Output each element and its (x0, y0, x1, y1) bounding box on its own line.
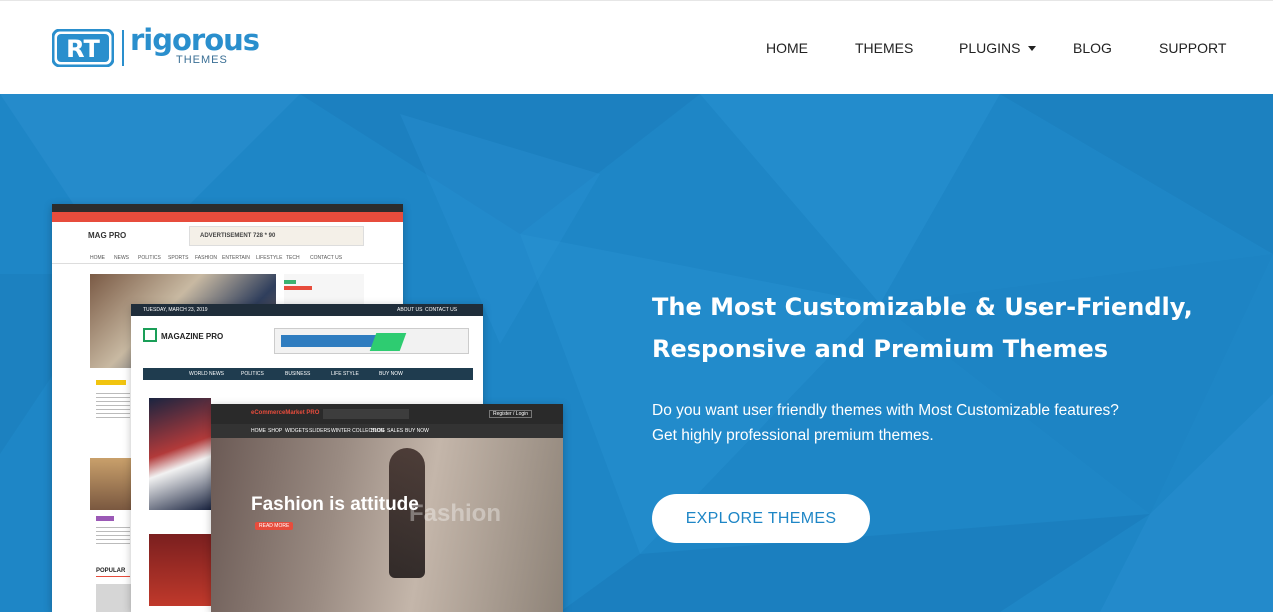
ecommerce-menu-item: SHOP (268, 428, 283, 434)
ecommerce-hero-image: Fashion is attitude Fashion READ MORE (211, 438, 563, 612)
ecommerce-headline: Fashion is attitude (251, 494, 419, 515)
magazine-link-about: ABOUT US (397, 307, 423, 313)
magpro-ad-text: ADVERTISEMENT 728 * 90 (200, 233, 276, 239)
magpro-menu-item: NEWS (114, 255, 129, 261)
theme-preview-ecommerce-market-pro: eCommerceMarket PRO Register / Login HOM… (211, 404, 563, 612)
magpro-menu-item: CONTACT US (310, 255, 343, 261)
magpro-menu-item: LIFESTYLE (256, 255, 283, 261)
hero-title-line1: The Most Customizable & User-Friendly, (652, 293, 1193, 321)
ecommerce-menu-item: WIDGETS (285, 428, 309, 434)
nav-plugins[interactable]: PLUGINS (959, 40, 1037, 56)
magpro-menu-item: ENTERTAIN (222, 255, 250, 261)
ecommerce-read-more: READ MORE (255, 522, 294, 530)
hero-title: The Most Customizable & User-Friendly, R… (652, 286, 1212, 370)
magpro-menu-item: POLITICS (138, 255, 161, 261)
ecommerce-menu-item: SLIDERS (309, 428, 331, 434)
magpro-menu-item: FASHION (195, 255, 217, 261)
magazine-date: TUESDAY, MARCH 23, 2019 (143, 307, 208, 313)
ecommerce-brand: eCommerceMarket PRO (251, 410, 320, 416)
ecommerce-ghost-text: Fashion (409, 500, 502, 527)
magpro-logo: MAG PRO (88, 228, 138, 242)
ecommerce-menu-item: BLOG (371, 428, 385, 434)
magazine-flag-image (149, 398, 211, 510)
hero-title-line2: Responsive and Premium Themes (652, 335, 1109, 363)
magazine-logo-icon (143, 328, 157, 342)
magazine-brand: MAGAZINE PRO (161, 332, 224, 341)
magpro-menu-item: SPORTS (168, 255, 189, 261)
magazine-menu-item: WORLD NEWS (189, 371, 224, 377)
ecommerce-login: Register / Login (489, 410, 533, 418)
magazine-menu-item: BUSINESS (285, 371, 311, 377)
magazine-menu-item: LIFE STYLE (331, 371, 359, 377)
chevron-down-icon (1028, 45, 1037, 51)
magazine-menu-item: BUY NOW (379, 371, 403, 377)
magpro-brand: MAG PRO (88, 231, 127, 240)
nav-plugins-label: PLUGINS (959, 40, 1021, 56)
explore-themes-button[interactable]: EXPLORE THEMES (652, 494, 870, 543)
magazine-menu-item: POLITICS (241, 371, 264, 377)
ecommerce-menu-item: SALES (387, 428, 404, 434)
nav-blog[interactable]: BLOG (1073, 40, 1112, 56)
site-header: RT rigorous THEMES HOME THEMES PLUGINS B… (0, 0, 1273, 94)
hero-section: MAG PRO ADVERTISEMENT 728 * 90 HOME NEWS… (0, 94, 1273, 612)
nav-themes[interactable]: THEMES (855, 40, 913, 56)
ecommerce-menu-item: HOME (251, 428, 266, 434)
nav-home[interactable]: HOME (766, 40, 808, 56)
hero-desc-line1: Do you want user friendly themes with Mo… (652, 402, 1119, 419)
hero-desc-line2: Get highly professional premium themes. (652, 427, 934, 444)
nav-support[interactable]: SUPPORT (1159, 40, 1226, 56)
hero-description: Do you want user friendly themes with Mo… (652, 398, 1212, 448)
magpro-menu-item: TECH (286, 255, 300, 261)
magpro-popular-heading: POPULAR (96, 568, 126, 574)
magazine-link-contact: CONTACT US (425, 307, 458, 313)
main-nav: HOME THEMES PLUGINS BLOG SUPPORT (0, 40, 1273, 58)
magpro-menu-item: HOME (90, 255, 105, 261)
ecommerce-menu-item: BUY NOW (405, 428, 429, 434)
